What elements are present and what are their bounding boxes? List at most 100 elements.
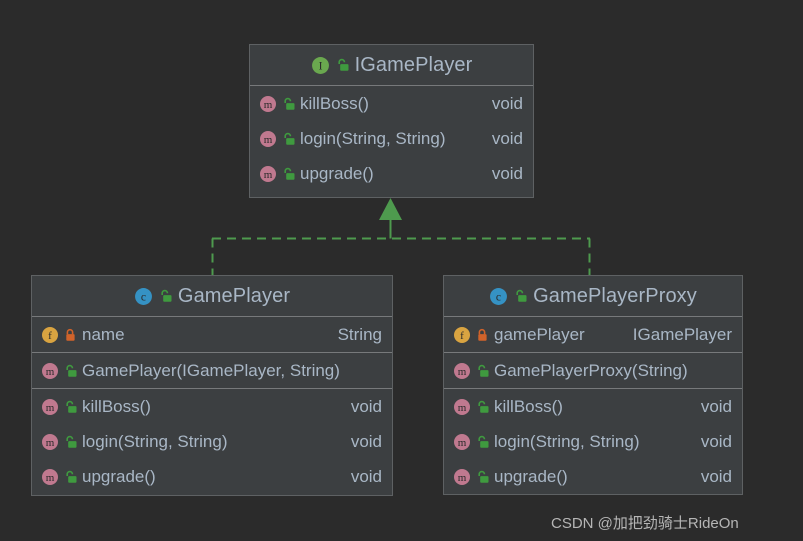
- field-row[interactable]: f gamePlayer IGamePlayer: [444, 317, 742, 352]
- method-icon: m: [259, 95, 277, 113]
- member-name: login(String, String): [82, 431, 228, 451]
- method-row[interactable]: m killBoss() void: [32, 389, 392, 424]
- member-type: void: [700, 431, 732, 451]
- unlock-icon: [64, 435, 77, 449]
- svg-text:I: I: [318, 59, 322, 72]
- method-icon: m: [41, 362, 59, 380]
- member-name: name: [82, 324, 125, 344]
- class-section: m killBoss() void m login(String, String) voi…: [444, 388, 742, 494]
- method-row[interactable]: m upgrade() void: [250, 156, 533, 191]
- unlock-icon: [476, 470, 489, 484]
- method-icon: m: [453, 398, 471, 416]
- method-row[interactable]: m login(String, String) void: [32, 424, 392, 459]
- class-header-gameplayerproxy[interactable]: c GamePlayerProxy: [444, 276, 742, 317]
- method-row[interactable]: m upgrade() void: [444, 459, 742, 494]
- unlock-icon: [64, 364, 77, 378]
- class-section: m killBoss() void m login(String, String) voi…: [250, 86, 533, 191]
- class-section: m GamePlayer(IGamePlayer, String): [32, 352, 392, 388]
- svg-text:m: m: [458, 471, 467, 483]
- svg-text:c: c: [496, 290, 501, 303]
- realization-arrowhead: [379, 198, 402, 220]
- unlock-icon: [159, 289, 172, 303]
- svg-text:m: m: [46, 401, 55, 413]
- member-type: void: [700, 466, 732, 486]
- method-row[interactable]: m killBoss() void: [444, 389, 742, 424]
- method-row[interactable]: m login(String, String) void: [250, 121, 533, 156]
- svg-text:m: m: [264, 133, 273, 145]
- uml-class-gameplayerproxy[interactable]: c GamePlayerProxy f gamePlayer IGamePlayer m G…: [443, 275, 743, 495]
- member-type: void: [491, 128, 523, 148]
- method-icon: m: [41, 468, 59, 486]
- svg-text:m: m: [46, 436, 55, 448]
- field-icon: f: [41, 326, 59, 344]
- unlock-icon: [64, 400, 77, 414]
- member-type: void: [350, 466, 382, 486]
- unlock-icon: [282, 132, 295, 146]
- unlock-icon: [476, 400, 489, 414]
- class-section: f gamePlayer IGamePlayer: [444, 317, 742, 352]
- method-icon: m: [453, 468, 471, 486]
- unlock-icon: [514, 289, 527, 303]
- svg-text:m: m: [458, 365, 467, 377]
- method-icon: m: [259, 165, 277, 183]
- unlock-icon: [64, 470, 77, 484]
- method-icon: m: [453, 433, 471, 451]
- class-name: GamePlayer: [177, 284, 291, 307]
- class-header-igameplayer[interactable]: I IGamePlayer: [250, 45, 533, 86]
- class-icon: c: [489, 287, 508, 306]
- uml-class-gameplayer[interactable]: c GamePlayer f name String m GamePlayer(IGameP…: [31, 275, 393, 496]
- member-type: String: [337, 324, 382, 344]
- method-row[interactable]: m killBoss() void: [250, 86, 533, 121]
- member-name: upgrade(): [300, 163, 374, 183]
- unlock-icon: [282, 97, 295, 111]
- svg-text:m: m: [458, 436, 467, 448]
- member-name: login(String, String): [300, 128, 446, 148]
- member-name: GamePlayer(IGamePlayer, String): [82, 360, 340, 380]
- method-icon: m: [41, 433, 59, 451]
- unlock-icon: [476, 364, 489, 378]
- method-row[interactable]: m GamePlayerProxy(String): [444, 353, 742, 388]
- member-name: killBoss(): [82, 396, 151, 416]
- member-type: void: [350, 396, 382, 416]
- member-type: void: [491, 163, 523, 183]
- member-name: gamePlayer: [494, 324, 585, 344]
- method-icon: m: [41, 398, 59, 416]
- member-name: upgrade(): [494, 466, 568, 486]
- class-name: IGamePlayer: [354, 53, 473, 76]
- class-icon: c: [134, 287, 153, 306]
- member-type: void: [491, 93, 523, 113]
- member-type: void: [700, 396, 732, 416]
- member-name: GamePlayerProxy(String): [494, 360, 688, 380]
- lock-icon: [64, 328, 77, 342]
- class-section: m killBoss() void m login(String, String) voi…: [32, 388, 392, 494]
- svg-text:m: m: [458, 401, 467, 413]
- class-section: m GamePlayerProxy(String): [444, 352, 742, 388]
- field-row[interactable]: f name String: [32, 317, 392, 352]
- member-name: login(String, String): [494, 431, 640, 451]
- member-name: upgrade(): [82, 466, 156, 486]
- class-section: f name String: [32, 317, 392, 352]
- class-header-gameplayer[interactable]: c GamePlayer: [32, 276, 392, 317]
- unlock-icon: [336, 58, 349, 72]
- member-name: killBoss(): [494, 396, 563, 416]
- method-row[interactable]: m GamePlayer(IGamePlayer, String): [32, 353, 392, 388]
- diagram-canvas: I IGamePlayer m killBoss() void m login(String…: [0, 0, 803, 541]
- method-row[interactable]: m upgrade() void: [32, 459, 392, 494]
- svg-text:m: m: [264, 98, 273, 110]
- method-row[interactable]: m login(String, String) void: [444, 424, 742, 459]
- class-name: GamePlayerProxy: [533, 284, 697, 307]
- lock-icon: [476, 328, 489, 342]
- uml-class-igameplayer[interactable]: I IGamePlayer m killBoss() void m login(String…: [249, 44, 534, 198]
- member-type: void: [350, 431, 382, 451]
- member-type: IGamePlayer: [632, 324, 732, 344]
- method-icon: m: [259, 130, 277, 148]
- interface-icon: I: [311, 56, 330, 75]
- unlock-icon: [282, 167, 295, 181]
- svg-text:m: m: [46, 471, 55, 483]
- field-icon: f: [453, 326, 471, 344]
- svg-text:f: f: [48, 329, 52, 341]
- svg-text:m: m: [264, 168, 273, 180]
- method-icon: m: [453, 362, 471, 380]
- svg-text:m: m: [46, 365, 55, 377]
- watermark-text: CSDN @加把劲骑士RideOn: [551, 515, 739, 532]
